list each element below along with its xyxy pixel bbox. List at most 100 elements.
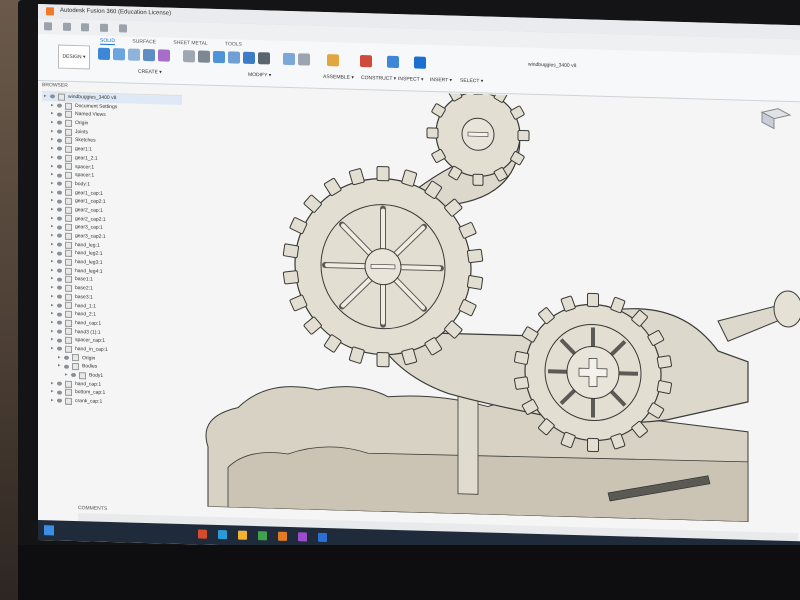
component-icon <box>65 119 72 127</box>
fillet-icon[interactable] <box>198 50 210 63</box>
visibility-icon[interactable] <box>57 164 62 169</box>
visibility-icon[interactable] <box>57 225 62 230</box>
assemble-menu[interactable]: ASSEMBLE ▾ <box>323 74 354 81</box>
visibility-icon[interactable] <box>57 120 62 126</box>
tab-surface[interactable]: SURFACE <box>132 39 156 46</box>
visibility-icon[interactable] <box>57 285 62 291</box>
visibility-icon[interactable] <box>57 103 62 108</box>
form-icon[interactable] <box>158 49 170 62</box>
tab-solid[interactable]: SOLID <box>100 37 116 46</box>
component-icon <box>65 154 72 162</box>
gear-tooth <box>466 248 484 264</box>
visibility-icon[interactable] <box>57 242 62 247</box>
taskbar-fusion-icon[interactable] <box>278 531 287 541</box>
insert-icon[interactable] <box>387 55 399 69</box>
extrude-icon[interactable] <box>113 48 125 61</box>
gear-tooth <box>472 173 484 186</box>
component-icon <box>65 319 72 327</box>
visibility-icon[interactable] <box>50 94 55 99</box>
taskbar-edge-icon[interactable] <box>218 530 227 540</box>
visibility-icon[interactable] <box>57 207 62 212</box>
inspect-menu[interactable]: INSPECT ▾ <box>398 76 423 83</box>
visibility-icon[interactable] <box>57 294 62 299</box>
visibility-icon[interactable] <box>57 381 62 386</box>
visibility-icon[interactable] <box>57 277 62 282</box>
gear-tooth <box>282 270 300 285</box>
component-icon <box>65 137 72 145</box>
visibility-icon[interactable] <box>57 129 62 134</box>
visibility-icon[interactable] <box>57 233 62 239</box>
taskbar-folder-icon[interactable] <box>238 530 247 540</box>
visibility-icon[interactable] <box>57 346 62 351</box>
visibility-icon[interactable] <box>57 398 62 404</box>
visibility-icon[interactable] <box>57 112 62 117</box>
construct-menu[interactable]: CONSTRUCT ▾ <box>361 75 396 82</box>
windows-start-icon[interactable] <box>44 525 54 536</box>
gear-tooth <box>656 355 673 369</box>
browser-item-label: Origin <box>75 120 89 127</box>
visibility-icon[interactable] <box>57 320 62 325</box>
press-pull-icon[interactable] <box>183 50 195 63</box>
gear-tooth <box>517 129 530 142</box>
visibility-icon[interactable] <box>57 190 62 195</box>
visibility-icon[interactable] <box>57 390 62 395</box>
browser-item-label: Body1 <box>89 372 104 379</box>
box-icon[interactable] <box>143 48 155 62</box>
new-component-icon[interactable] <box>283 52 295 66</box>
redo-icon[interactable] <box>118 24 127 33</box>
insert-menu[interactable]: INSERT ▾ <box>430 77 452 84</box>
gear-tooth <box>513 350 530 365</box>
tab-sheet-metal[interactable]: SHEET METAL <box>173 40 207 47</box>
taskbar-app-icon[interactable] <box>318 532 327 543</box>
undo-icon[interactable] <box>100 23 109 32</box>
visibility-icon[interactable] <box>57 329 62 334</box>
gear-tooth <box>282 243 300 259</box>
visibility-icon[interactable] <box>64 355 69 360</box>
3d-viewport[interactable] <box>188 82 800 523</box>
joint-icon[interactable] <box>298 53 310 66</box>
shell-icon[interactable] <box>228 51 240 64</box>
file-icon[interactable] <box>62 22 71 31</box>
visibility-icon[interactable] <box>71 373 76 378</box>
move-icon[interactable] <box>258 52 270 65</box>
component-icon <box>65 163 72 171</box>
component-icon <box>65 336 72 345</box>
gear-tooth <box>426 127 439 139</box>
save-icon[interactable] <box>81 23 90 32</box>
select-icon[interactable] <box>414 56 426 69</box>
visibility-icon[interactable] <box>57 303 62 308</box>
tab-tools[interactable]: TOOLS <box>225 41 242 47</box>
visibility-icon[interactable] <box>57 173 62 178</box>
grid-icon[interactable] <box>44 22 52 31</box>
modify-menu[interactable]: MODIFY ▾ <box>248 72 271 79</box>
comments-panel[interactable]: COMMENTS <box>78 505 107 512</box>
component-icon <box>65 241 72 249</box>
model-canvas[interactable] <box>188 82 800 523</box>
combine-icon[interactable] <box>243 51 255 65</box>
visibility-icon[interactable] <box>57 138 62 143</box>
visibility-icon[interactable] <box>57 181 62 186</box>
create-menu[interactable]: CREATE ▾ <box>138 69 162 76</box>
visibility-icon[interactable] <box>57 199 62 204</box>
select-menu[interactable]: SELECT ▾ <box>460 78 483 85</box>
offset-plane-icon[interactable] <box>327 54 339 67</box>
taskbar-app-icon[interactable] <box>198 529 207 539</box>
visibility-icon[interactable] <box>57 146 62 152</box>
visibility-icon[interactable] <box>57 259 62 265</box>
visibility-icon[interactable] <box>57 338 62 343</box>
chamfer-icon[interactable] <box>213 50 225 64</box>
visibility-icon[interactable] <box>57 312 62 317</box>
visibility-icon[interactable] <box>64 364 69 369</box>
visibility-icon[interactable] <box>57 251 62 256</box>
workspace-dropdown[interactable]: DESIGN ▾ <box>58 44 90 70</box>
visibility-icon[interactable] <box>57 268 62 273</box>
taskbar-app-icon[interactable] <box>298 532 307 542</box>
visibility-icon[interactable] <box>57 216 62 221</box>
revolve-icon[interactable] <box>128 48 140 61</box>
gear-tooth <box>348 168 365 186</box>
taskbar-app-icon[interactable] <box>258 531 267 541</box>
visibility-icon[interactable] <box>57 155 62 160</box>
new-sketch-icon[interactable] <box>98 47 110 61</box>
measure-icon[interactable] <box>360 54 372 68</box>
view-cube[interactable] <box>758 106 792 131</box>
